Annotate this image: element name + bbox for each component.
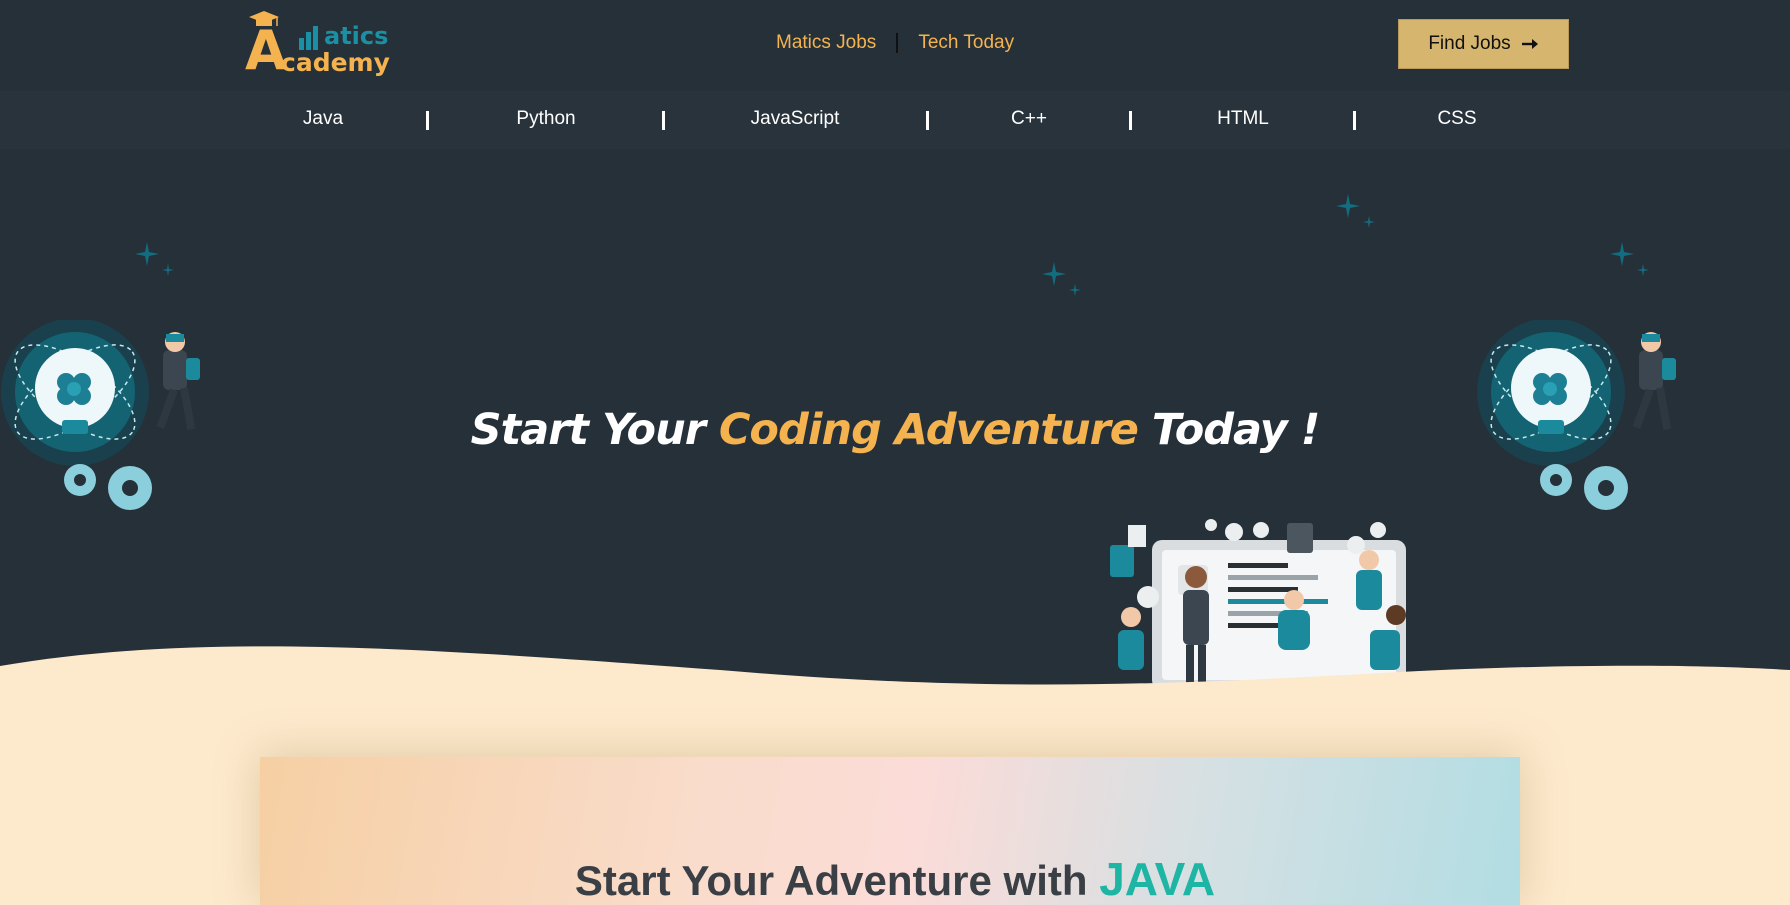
top-nav: Matics Jobs Tech Today [776, 28, 1014, 58]
sparkle-icon [135, 242, 174, 276]
section-title: Start Your Adventure with JAVA [0, 852, 1790, 905]
lang-divider [662, 111, 665, 130]
lang-tab-javascript[interactable]: JavaScript [751, 108, 840, 130]
sparkle-icon [1336, 194, 1375, 228]
lang-divider [926, 111, 929, 130]
lang-tab-python[interactable]: Python [516, 108, 575, 130]
hero-title-start: Start Your [470, 405, 719, 455]
hero-title-accent: Coding Adventure [718, 405, 1139, 455]
bar-chart-icon [299, 26, 318, 50]
nav-divider [896, 33, 899, 53]
lang-divider [1129, 111, 1132, 130]
lang-tab-html[interactable]: HTML [1217, 108, 1269, 130]
find-jobs-button[interactable]: Find Jobs [1398, 19, 1569, 69]
find-jobs-label: Find Jobs [1428, 33, 1511, 54]
logo-bottom-word: cademy [281, 48, 390, 77]
arrow-right-icon [1521, 39, 1538, 49]
lang-tab-cpp[interactable]: C++ [1011, 108, 1047, 130]
section-title-start: Start Your Adventure with [574, 857, 1100, 904]
nav-link-matics-jobs[interactable]: Matics Jobs [776, 32, 876, 54]
sparkle-icon [1610, 242, 1649, 276]
language-nav [0, 91, 1790, 149]
lang-divider [1353, 111, 1356, 130]
lang-divider [426, 111, 429, 130]
nav-link-tech-today[interactable]: Tech Today [918, 32, 1014, 54]
lang-tab-java[interactable]: Java [303, 108, 343, 130]
logo-top-word: atics [324, 22, 389, 50]
matics-academy-logo[interactable]: A atics cademy [245, 10, 390, 78]
hero-title: Start Your Coding Adventure Today ! [0, 405, 1790, 455]
hero-title-end: Today ! [1137, 405, 1320, 455]
section-title-accent: JAVA [1099, 853, 1216, 905]
sparkle-icon [1042, 262, 1081, 296]
lang-tab-css[interactable]: CSS [1437, 108, 1476, 130]
